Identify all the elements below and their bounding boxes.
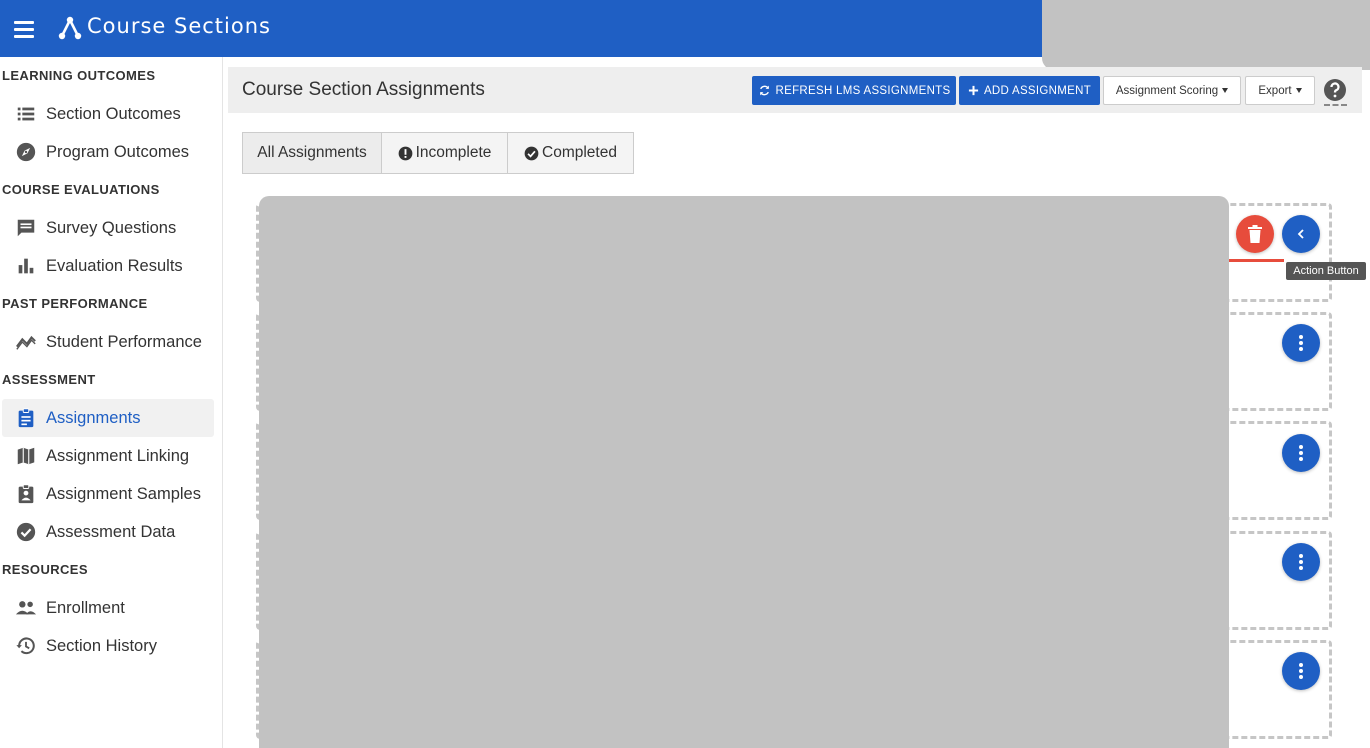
menu-icon[interactable] (12, 17, 36, 41)
comment-icon (17, 219, 35, 237)
sidebar-item-assessment-data[interactable]: Assessment Data (2, 513, 214, 551)
delete-assignment-button[interactable] (1236, 215, 1274, 253)
sidebar-item-evaluation-results[interactable]: Evaluation Results (2, 247, 214, 285)
sidebar-heading-past-performance: PAST PERFORMANCE (2, 296, 148, 311)
export-label: Export (1258, 84, 1292, 97)
assignment-scoring-dropdown[interactable]: Assignment Scoring (1103, 76, 1241, 105)
clipboard-icon (18, 408, 34, 428)
action-button-tooltip: Action Button (1286, 262, 1366, 280)
refresh-label: REFRESH LMS ASSIGNMENTS (775, 84, 951, 97)
compass-icon (16, 142, 36, 162)
export-dropdown[interactable]: Export (1245, 76, 1315, 105)
sidebar-item-label: Survey Questions (46, 218, 177, 237)
redacted-area (1042, 0, 1370, 70)
caret-down-icon (1295, 88, 1302, 93)
clipboard-user-icon (18, 484, 34, 504)
sidebar-item-section-outcomes[interactable]: Section Outcomes (2, 95, 214, 133)
collapse-actions-button[interactable] (1282, 215, 1320, 253)
sidebar-item-assignment-samples[interactable]: Assignment Samples (2, 475, 214, 513)
sidebar-item-label: Section History (46, 636, 157, 655)
bar-chart-icon (18, 258, 34, 274)
more-vert-icon (1299, 445, 1303, 461)
sidebar-item-assignments[interactable]: Assignments (2, 399, 214, 437)
people-icon (15, 601, 37, 615)
add-assignment-label: ADD ASSIGNMENT (983, 84, 1092, 97)
sidebar-heading-course-evaluations: COURSE EVALUATIONS (2, 182, 160, 197)
sidebar-item-assignment-linking[interactable]: Assignment Linking (2, 437, 214, 475)
check-circle-icon (524, 146, 539, 160)
more-vert-icon (1299, 663, 1303, 679)
sidebar-item-enrollment[interactable]: Enrollment (2, 589, 214, 627)
tab-completed[interactable]: Completed (508, 133, 633, 173)
check-circle-icon (16, 522, 36, 542)
sidebar-item-student-performance[interactable]: Student Performance (2, 323, 214, 361)
sidebar-item-label: Evaluation Results (46, 256, 183, 275)
more-actions-button[interactable] (1282, 543, 1320, 581)
tab-label: Completed (542, 144, 617, 161)
plus-icon (968, 85, 979, 96)
sidebar-item-program-outcomes[interactable]: Program Outcomes (2, 133, 214, 171)
refresh-icon (759, 85, 769, 96)
history-icon (16, 637, 35, 655)
sidebar-item-label: Assignments (46, 408, 141, 427)
chevron-left-icon (1297, 229, 1304, 239)
sidebar: LEARNING OUTCOMES Section Outcomes Progr… (0, 57, 223, 748)
more-vert-icon (1299, 335, 1303, 351)
sidebar-item-label: Enrollment (46, 598, 125, 617)
page-title: Course Section Assignments (242, 79, 485, 100)
tab-all-assignments[interactable]: All Assignments (243, 133, 382, 173)
add-assignment-button[interactable]: ADD ASSIGNMENT (959, 76, 1100, 105)
assignment-scoring-label: Assignment Scoring (1115, 84, 1219, 97)
sidebar-item-label: Section Outcomes (46, 104, 181, 123)
app-bar: Course Sections (0, 0, 1370, 70)
refresh-lms-assignments-button[interactable]: REFRESH LMS ASSIGNMENTS (752, 76, 956, 105)
assignment-filter-tabs: All Assignments Incomplete Completed (242, 132, 634, 174)
more-actions-button[interactable] (1282, 652, 1320, 690)
sidebar-item-label: Program Outcomes (46, 142, 190, 161)
help-icon[interactable] (1323, 78, 1347, 102)
more-actions-button[interactable] (1282, 434, 1320, 472)
more-vert-icon (1299, 554, 1303, 570)
trending-icon (16, 335, 36, 350)
app-title: Course Sections (87, 14, 271, 38)
sidebar-heading-resources: RESOURCES (2, 562, 88, 577)
exclamation-circle-icon (398, 146, 412, 160)
sidebar-item-section-history[interactable]: Section History (2, 627, 214, 665)
sidebar-item-label: Student Performance (46, 332, 202, 351)
list-icon (17, 107, 35, 121)
map-icon (17, 447, 35, 465)
more-actions-button[interactable] (1282, 324, 1320, 362)
tab-label: All Assignments (257, 144, 367, 161)
sidebar-heading-assessment: ASSESSMENT (2, 372, 96, 387)
sidebar-heading-learning-outcomes: LEARNING OUTCOMES (2, 68, 156, 83)
hub-logo-icon (58, 16, 82, 40)
caret-down-icon (1222, 88, 1229, 93)
trash-icon (1248, 225, 1262, 243)
delete-indicator-line (1229, 259, 1284, 262)
sidebar-item-label: Assignment Linking (46, 446, 190, 465)
tab-label: Incomplete (415, 144, 492, 161)
sidebar-item-survey-questions[interactable]: Survey Questions (2, 209, 214, 247)
sidebar-item-label: Assignment Samples (46, 484, 201, 503)
tab-incomplete[interactable]: Incomplete (382, 133, 508, 173)
assignments-toolbar: Course Section Assignments REFRESH LMS A… (228, 67, 1362, 113)
redacted-content-panel (259, 196, 1229, 748)
help-underline (1324, 104, 1347, 106)
sidebar-item-label: Assessment Data (46, 522, 176, 541)
